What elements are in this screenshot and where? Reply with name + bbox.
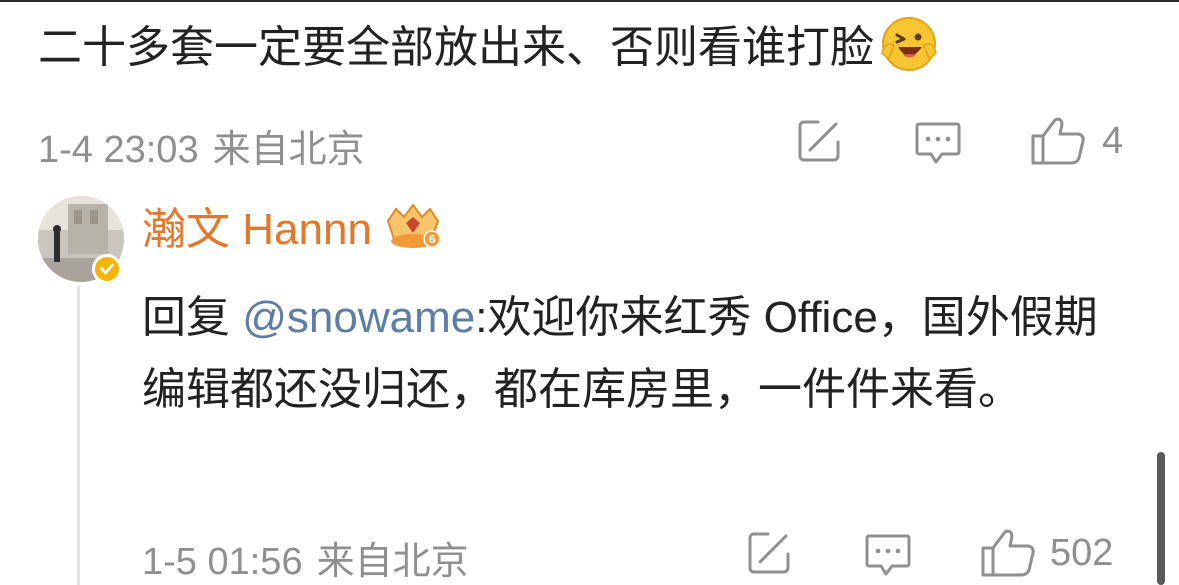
reply-comment-text: 回复 @snowame:欢迎你来红秀 Office，国外假期编辑都还没归还，都在… xyxy=(142,282,1122,426)
parent-comment-button[interactable] xyxy=(914,120,962,166)
comment-icon xyxy=(915,122,961,164)
reply-like-count: 502 xyxy=(1050,531,1114,574)
reply-prefix: 回复 xyxy=(142,293,243,342)
thread-line xyxy=(77,286,80,585)
thumbs-up-icon xyxy=(1031,117,1085,165)
thumbs-up-icon xyxy=(981,529,1035,577)
vip-crown-badge-icon: 6 xyxy=(386,203,441,249)
reply-comment-location: 来自北京 xyxy=(316,541,469,583)
comment-icon xyxy=(865,534,911,576)
parent-comment-body: 二十多套一定要全部放出来、否则看谁打脸 xyxy=(38,23,874,72)
parent-forward-button[interactable] xyxy=(796,118,842,164)
parent-comment-text: 二十多套一定要全部放出来、否则看谁打脸 xyxy=(38,17,940,81)
scrollbar[interactable] xyxy=(1157,452,1165,585)
reply-like-button[interactable]: 502 xyxy=(980,528,1113,578)
reply-comment-meta: 1-5 01:56 来自北京 xyxy=(142,530,469,585)
verified-badge xyxy=(92,254,122,284)
mention-link[interactable]: @snowame xyxy=(242,293,475,342)
parent-like-button[interactable]: 4 xyxy=(1030,116,1123,166)
parent-comment-location: 来自北京 xyxy=(212,129,365,171)
reply-username[interactable]: 瀚文 Hannn 6 xyxy=(142,200,444,260)
laughing-face-emoji-icon xyxy=(881,17,937,72)
username-text: 瀚文 Hannn xyxy=(142,205,372,254)
parent-like-count: 4 xyxy=(1102,119,1124,162)
forward-icon xyxy=(798,120,840,162)
top-divider xyxy=(0,0,1179,2)
reply-comment-time: 1-5 01:56 xyxy=(142,541,303,583)
reply-forward-button[interactable] xyxy=(746,530,792,576)
svg-text:6: 6 xyxy=(428,233,436,246)
parent-comment-time: 1-4 23:03 xyxy=(38,129,199,171)
reply-comment-button[interactable] xyxy=(864,532,912,578)
verified-icon xyxy=(95,257,119,281)
forward-icon xyxy=(748,532,790,574)
parent-comment-meta: 1-4 23:03 来自北京 xyxy=(38,118,365,173)
